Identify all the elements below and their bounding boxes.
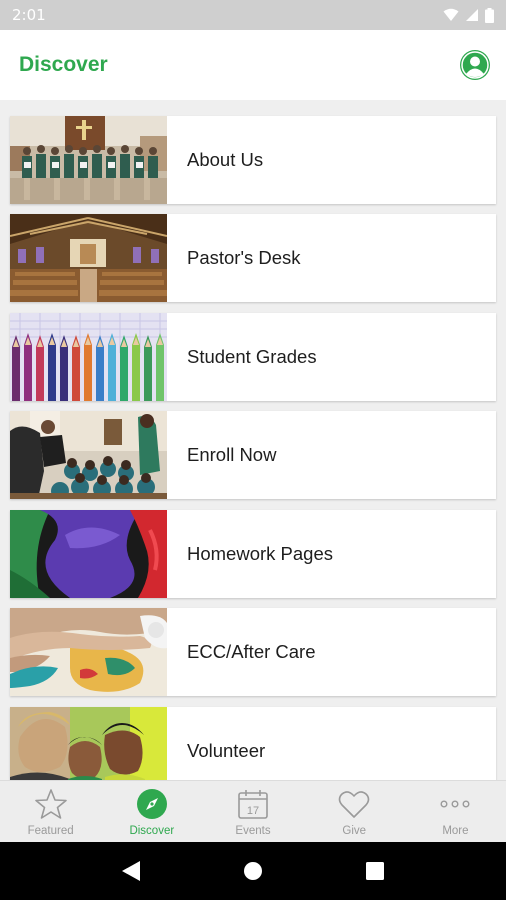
status-time: 2:01 (12, 6, 46, 24)
list-item-label: Homework Pages (187, 543, 334, 564)
system-nav-bar (0, 842, 506, 900)
tab-give[interactable]: Give (304, 781, 405, 842)
tab-label: Give (342, 825, 367, 837)
bottom-tab-bar: Featured Discover 17 Events Give More (0, 780, 506, 842)
home-icon (244, 862, 262, 880)
home-button[interactable] (233, 851, 273, 891)
list-item-homework-pages[interactable]: Homework Pages (10, 510, 496, 598)
choir-group-photo (10, 116, 167, 204)
classroom-students-photo (10, 411, 167, 499)
list-item-volunteer[interactable]: Volunteer (10, 707, 496, 780)
tab-more[interactable]: More (405, 781, 506, 842)
calendar-icon: 17 (238, 790, 268, 819)
list-item-label: About Us (187, 149, 264, 170)
more-icon (440, 800, 470, 808)
heart-icon (338, 791, 370, 818)
list-item-label: ECC/After Care (187, 641, 316, 662)
wifi-icon (443, 8, 459, 21)
user-icon (461, 51, 489, 79)
back-icon (122, 861, 140, 881)
recents-button[interactable] (355, 851, 395, 891)
tab-label: More (442, 825, 469, 837)
battery-icon (485, 7, 494, 23)
volunteers-children-photo (10, 707, 167, 780)
tab-discover[interactable]: Discover (101, 781, 202, 842)
profile-button[interactable] (460, 50, 490, 80)
star-icon (34, 789, 67, 819)
finger-painting-photo (10, 608, 167, 696)
tab-events[interactable]: 17 Events (202, 781, 303, 842)
colored-paper-photo (10, 510, 167, 598)
church-interior-photo (10, 214, 167, 302)
tab-label: Events (235, 825, 271, 837)
list-item-pastors-desk[interactable]: Pastor's Desk (10, 214, 496, 302)
colored-pencils-photo (10, 313, 167, 401)
cell-signal-icon (466, 9, 478, 21)
tab-label: Featured (27, 825, 74, 837)
status-bar: 2:01 (0, 0, 506, 30)
back-button[interactable] (111, 851, 151, 891)
status-icons (443, 7, 494, 23)
list-item-label: Enroll Now (187, 444, 277, 465)
tab-label: Discover (129, 825, 175, 837)
calendar-day-text: 17 (247, 805, 259, 817)
list-item-about-us[interactable]: About Us (10, 116, 496, 204)
app-header: Discover (0, 30, 506, 100)
tab-featured[interactable]: Featured (0, 781, 101, 842)
compass-icon (136, 789, 167, 819)
recents-icon (366, 862, 384, 880)
list-item-student-grades[interactable]: Student Grades (10, 313, 496, 401)
list-item-ecc-after-care[interactable]: ECC/After Care (10, 608, 496, 696)
discover-list[interactable]: About Us Pastor's Desk Student Grades En… (0, 100, 506, 780)
page-title: Discover (19, 53, 108, 76)
list-item-label: Volunteer (187, 740, 266, 761)
list-item-label: Pastor's Desk (187, 247, 301, 268)
list-item-enroll-now[interactable]: Enroll Now (10, 411, 496, 499)
list-item-label: Student Grades (187, 346, 317, 367)
